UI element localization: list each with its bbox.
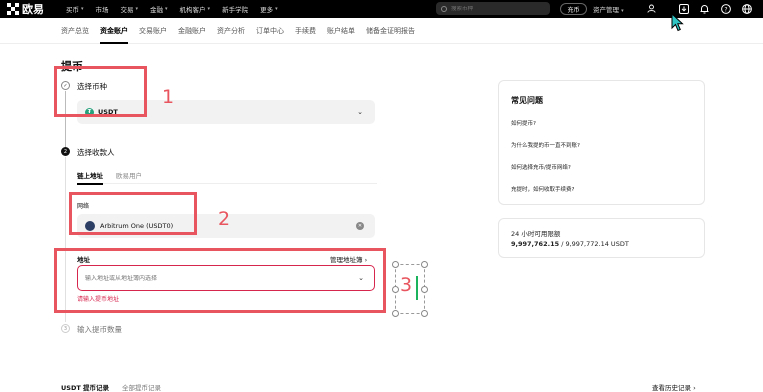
nav-label: 新手学院	[222, 6, 249, 14]
top-navbar: 欧易 买币▾ 市场 交易▾ 金融▾ 机构客户▾ 新手学院 更多▾ 充币 资产管理…	[0, 0, 763, 18]
tab-proof-of-reserves[interactable]: 储备金证明报告	[366, 18, 415, 44]
tab-finance-account[interactable]: 金融账户	[178, 18, 206, 44]
annotation-box-2	[69, 192, 197, 235]
tab-onchain-address[interactable]: 链上地址	[77, 170, 103, 185]
tab-trading-account[interactable]: 交易账户	[139, 18, 167, 44]
nav-market[interactable]: 市场	[96, 4, 109, 14]
search-box[interactable]	[436, 2, 550, 15]
faq-item[interactable]: 如何提币?	[511, 119, 536, 127]
svg-text:?: ?	[724, 6, 727, 13]
tab-funding-account[interactable]: 资金账户	[100, 18, 128, 44]
help-icon[interactable]: ?	[720, 3, 731, 14]
nav-label: 机构客户	[179, 6, 206, 14]
faq-title: 常见问题	[511, 96, 543, 105]
okx-logo-icon	[7, 3, 19, 15]
tab-statements[interactable]: 账户结单	[327, 18, 355, 44]
nav-trade[interactable]: 交易 ▾	[121, 4, 139, 14]
resize-handle[interactable]	[392, 310, 399, 317]
nav-buy[interactable]: 买币 ▾	[66, 4, 84, 14]
nav-academy[interactable]: 新手学院	[222, 4, 248, 14]
faq-item[interactable]: 充提时，如何收取手续费?	[511, 185, 574, 193]
limit-total: / 9,997,772.14 USDT	[559, 240, 629, 248]
bell-icon[interactable]	[699, 3, 710, 14]
tab-asset-overview[interactable]: 资产总览	[61, 18, 89, 44]
nav-label: 更多	[260, 6, 274, 14]
step2-number: 2	[61, 147, 70, 156]
nav-label: 金融	[150, 6, 164, 14]
limit-used: 9,997,762.15	[511, 240, 560, 248]
nav-more[interactable]: 更多 ▾	[260, 4, 278, 14]
faq-item[interactable]: 为什么我提的币一直不到账?	[511, 141, 580, 149]
annotation-box-1	[54, 66, 147, 117]
asset-management-label: 资产管理	[593, 6, 619, 14]
asset-management-menu[interactable]: 资产管理 ▾	[593, 4, 624, 14]
resize-handle[interactable]	[421, 286, 428, 293]
annotation-number-2: 2	[218, 208, 231, 230]
globe-icon[interactable]	[741, 3, 752, 14]
limit-title: 24 小时可用限额	[511, 230, 561, 238]
tab-usdt-withdraw-records[interactable]: USDT 提币记录	[61, 382, 109, 392]
deposit-button[interactable]: 充币	[560, 3, 587, 15]
withdraw-limit-card: 24 小时可用限额 9,997,762.15 / 9,997,772.14 US…	[498, 218, 705, 258]
resize-handle[interactable]	[421, 310, 428, 317]
logo[interactable]: 欧易	[7, 1, 44, 17]
user-icon[interactable]	[646, 3, 657, 14]
clear-icon[interactable]: ✕	[356, 222, 364, 230]
chevron-down-icon: ▾	[81, 6, 84, 12]
step2-label: 选择收款人	[77, 148, 115, 157]
main-nav: 买币 ▾ 市场 交易 ▾ 金融 ▾ 机构客户 ▾ 新手学院 更多 ▾	[66, 4, 290, 14]
chevron-down-icon: ▾	[135, 6, 139, 12]
view-history-link[interactable]: 查看历史记录 ›	[652, 382, 696, 392]
nav-label: 市场	[95, 6, 109, 14]
faq-item[interactable]: 如何选择充币/提币网络?	[511, 163, 571, 171]
chevron-down-icon: ▾	[165, 6, 168, 12]
step3-number: 3	[61, 324, 70, 333]
step3-label: 输入提币数量	[77, 325, 122, 334]
limit-value: 9,997,762.15 / 9,997,772.14 USDT	[511, 240, 629, 248]
tab-asset-analysis[interactable]: 资产分析	[217, 18, 245, 44]
chevron-down-icon: ⌄	[357, 108, 363, 116]
tab-okx-user[interactable]: 欧易用户	[116, 170, 142, 184]
chevron-down-icon: ▾	[275, 6, 278, 12]
resize-handle[interactable]	[392, 286, 399, 293]
nav-label: 买币	[66, 6, 79, 14]
resize-handle[interactable]	[421, 261, 428, 268]
chevron-down-icon: ▾	[207, 6, 211, 12]
tab-all-withdraw-records[interactable]: 全部提币记录	[122, 382, 161, 392]
annotation-box-3	[54, 248, 386, 313]
recipient-tabs: 链上地址 欧易用户	[77, 170, 377, 185]
nav-institutional[interactable]: 机构客户 ▾	[180, 4, 211, 14]
tab-order-center[interactable]: 订单中心	[256, 18, 284, 44]
search-input[interactable]	[451, 5, 541, 12]
faq-card: 常见问题 如何提币? 为什么我提的币一直不到账? 如何选择充币/提币网络? 充提…	[498, 80, 705, 205]
search-icon	[441, 5, 447, 12]
nav-label: 交易	[120, 6, 134, 14]
annotation-number-1: 1	[162, 86, 175, 108]
tab-fees[interactable]: 手续费	[295, 18, 316, 44]
nav-finance[interactable]: 金融 ▾	[150, 4, 168, 14]
mouse-pointer-icon	[671, 12, 684, 36]
annotation-number-3: 3	[400, 274, 413, 296]
chevron-down-icon: ▾	[621, 8, 624, 14]
resize-handle[interactable]	[392, 261, 399, 268]
text-cursor	[416, 276, 418, 300]
logo-text: 欧易	[22, 3, 44, 16]
account-subnav: 资产总览 资金账户 交易账户 金融账户 资产分析 订单中心 手续费 账户结单 储…	[0, 18, 763, 44]
